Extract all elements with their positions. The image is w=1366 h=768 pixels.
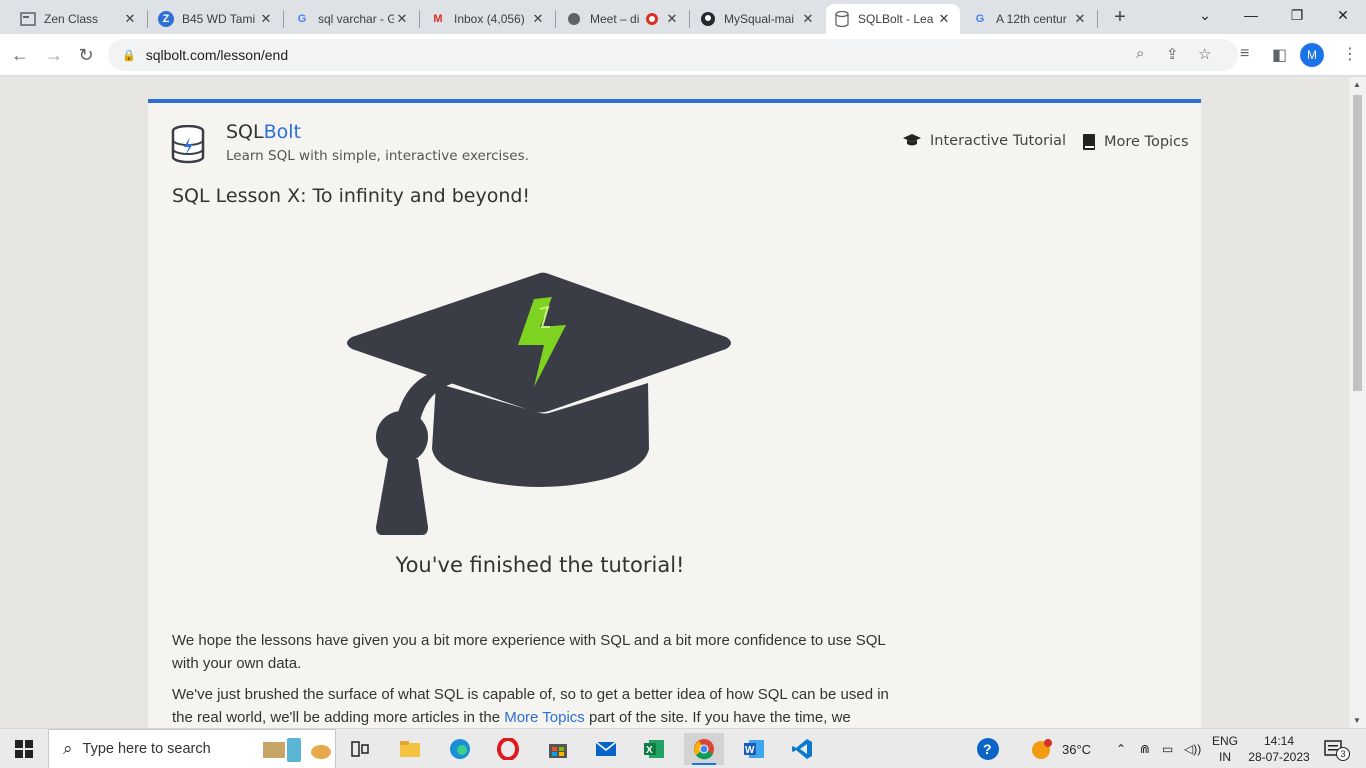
search-icon: ⌕ <box>63 739 73 758</box>
weather-sun-icon <box>1032 739 1052 759</box>
start-button[interactable] <box>0 729 48 768</box>
task-view-icon[interactable] <box>340 733 380 765</box>
microsoft-store-icon[interactable] <box>538 733 578 765</box>
close-tab-icon[interactable]: ✕ <box>530 11 546 27</box>
opera-icon[interactable] <box>488 733 528 765</box>
scroll-down-icon[interactable]: ▼ <box>1353 716 1361 725</box>
close-tab-icon[interactable]: ✕ <box>936 11 952 27</box>
page-viewport: SQLBolt Learn SQL with simple, interacti… <box>0 77 1366 728</box>
paragraph-lessons: We hope the lessons have given you a bit… <box>172 632 886 672</box>
close-tab-icon[interactable]: ✕ <box>394 11 410 27</box>
nav-interactive-tutorial[interactable]: Interactive Tutorial <box>902 133 1066 149</box>
side-panel-icon[interactable]: ◧ <box>1272 45 1287 65</box>
lesson-title: SQL Lesson X: To infinity and beyond! <box>172 185 531 207</box>
content-card: SQLBolt Learn SQL with simple, interacti… <box>148 99 1201 728</box>
tab-search-icon[interactable]: ⌄ <box>1182 0 1228 30</box>
svg-text:W: W <box>745 745 755 756</box>
graduation-cap-illustration-icon <box>347 272 731 535</box>
file-explorer-icon[interactable] <box>390 733 430 765</box>
close-tab-icon[interactable]: ✕ <box>1072 11 1088 27</box>
notification-center-icon[interactable]: 3 <box>1324 729 1350 768</box>
tab-12th-century[interactable]: G A 12th centur ✕ <box>964 4 1096 34</box>
recording-icon <box>646 13 658 25</box>
graduation-cap-icon <box>902 133 922 149</box>
scrollbar-thumb[interactable] <box>1353 95 1362 391</box>
meet-icon <box>566 11 582 27</box>
help-icon[interactable]: ? <box>976 729 1000 768</box>
address-bar[interactable]: 🔒 sqlbolt.com/lesson/end ⌕ ⇪ ☆ <box>108 39 1238 71</box>
profile-avatar[interactable]: M <box>1300 43 1324 67</box>
close-window-button[interactable]: ✕ <box>1320 0 1366 30</box>
close-tab-icon[interactable]: ✕ <box>122 11 138 27</box>
language-indicator[interactable]: ENG IN <box>1212 729 1238 768</box>
battery-icon[interactable]: ▭ <box>1162 729 1173 768</box>
tab-inbox[interactable]: M Inbox (4,056) ✕ <box>422 4 554 34</box>
nav-more-topics[interactable]: More Topics <box>1082 133 1189 151</box>
back-icon[interactable]: ← <box>6 41 34 69</box>
lock-icon: 🔒 <box>122 49 136 62</box>
tab-sql-varchar[interactable]: G sql varchar - G ✕ <box>286 4 418 34</box>
more-topics-link[interactable]: More Topics <box>504 709 585 726</box>
tagline: Learn SQL with simple, interactive exerc… <box>226 148 529 164</box>
minimize-button[interactable]: — <box>1228 0 1274 30</box>
vscode-icon[interactable] <box>782 733 822 765</box>
google-icon: G <box>297 13 307 25</box>
network-icon[interactable]: ⋒ <box>1140 729 1150 768</box>
brand-name[interactable]: SQLBolt <box>226 121 301 143</box>
share-icon[interactable]: ⇪ <box>1166 45 1179 63</box>
media-control-icon[interactable]: ≡ <box>1240 45 1249 63</box>
menu-icon[interactable]: ⋮ <box>1342 44 1358 64</box>
close-tab-icon[interactable]: ✕ <box>800 11 816 27</box>
close-tab-icon[interactable]: ✕ <box>258 11 274 27</box>
book-icon <box>1082 133 1096 151</box>
new-tab-button[interactable]: + <box>1108 6 1132 30</box>
tab-zen-class[interactable]: Zen Class ✕ <box>12 4 146 34</box>
svg-text:?: ? <box>983 741 992 757</box>
finished-message: You've finished the tutorial! <box>395 553 685 577</box>
search-highlight-icon <box>261 736 333 768</box>
restore-button[interactable]: ❐ <box>1274 0 1320 30</box>
zoom-icon[interactable]: ⌕ <box>1136 45 1144 62</box>
edge-icon[interactable] <box>440 733 480 765</box>
svg-text:X: X <box>646 745 653 756</box>
paragraph-surface: We've just brushed the surface of what S… <box>172 686 889 726</box>
mail-icon[interactable] <box>586 733 626 765</box>
weather-widget[interactable]: 36°C <box>1030 729 1091 768</box>
notification-count: 3 <box>1336 747 1350 761</box>
github-icon <box>700 11 716 27</box>
tab-meet[interactable]: Meet – di ✕ <box>558 4 688 34</box>
zen-class-icon <box>20 11 36 27</box>
url-text: sqlbolt.com/lesson/end <box>145 47 289 63</box>
windows-logo-icon <box>15 740 33 758</box>
word-icon[interactable]: W <box>734 733 774 765</box>
excel-icon[interactable]: X <box>634 733 674 765</box>
reload-icon[interactable]: ↻ <box>72 41 100 69</box>
tab-strip: Zen Class ✕ Z B45 WD Tami ✕ G sql varcha… <box>0 0 1366 34</box>
bookmark-star-icon[interactable]: ☆ <box>1198 45 1211 63</box>
tab-mysqual[interactable]: MySqual-mai ✕ <box>692 4 824 34</box>
tray-overflow-icon[interactable]: ⌃ <box>1116 729 1126 768</box>
google-icon: G <box>975 13 985 25</box>
database-logo-icon[interactable] <box>170 125 206 165</box>
zoho-icon: Z <box>158 11 174 27</box>
gmail-icon: M <box>433 13 443 25</box>
close-tab-icon[interactable]: ✕ <box>664 11 680 27</box>
sqlbolt-icon <box>834 11 850 27</box>
page-scrollbar[interactable]: ▲ ▼ <box>1349 77 1366 728</box>
tab-b45[interactable]: Z B45 WD Tami ✕ <box>150 4 282 34</box>
taskbar-search-input[interactable]: ⌕ Type here to search <box>48 729 336 768</box>
scroll-up-icon[interactable]: ▲ <box>1353 80 1361 89</box>
volume-icon[interactable]: ◁)) <box>1184 729 1201 768</box>
clock[interactable]: 14:14 28-07-2023 <box>1246 729 1312 768</box>
forward-icon[interactable]: → <box>40 41 68 69</box>
chrome-icon[interactable] <box>684 733 724 765</box>
windows-taskbar: ⌕ Type here to search X W ? 36°C ⌃ ⋒ ▭ ◁… <box>0 728 1366 768</box>
tab-sqlbolt[interactable]: SQLBolt - Lea ✕ <box>826 4 960 34</box>
browser-toolbar: ← → ↻ 🔒 sqlbolt.com/lesson/end ⌕ ⇪ ☆ ≡ ◧… <box>0 34 1366 76</box>
